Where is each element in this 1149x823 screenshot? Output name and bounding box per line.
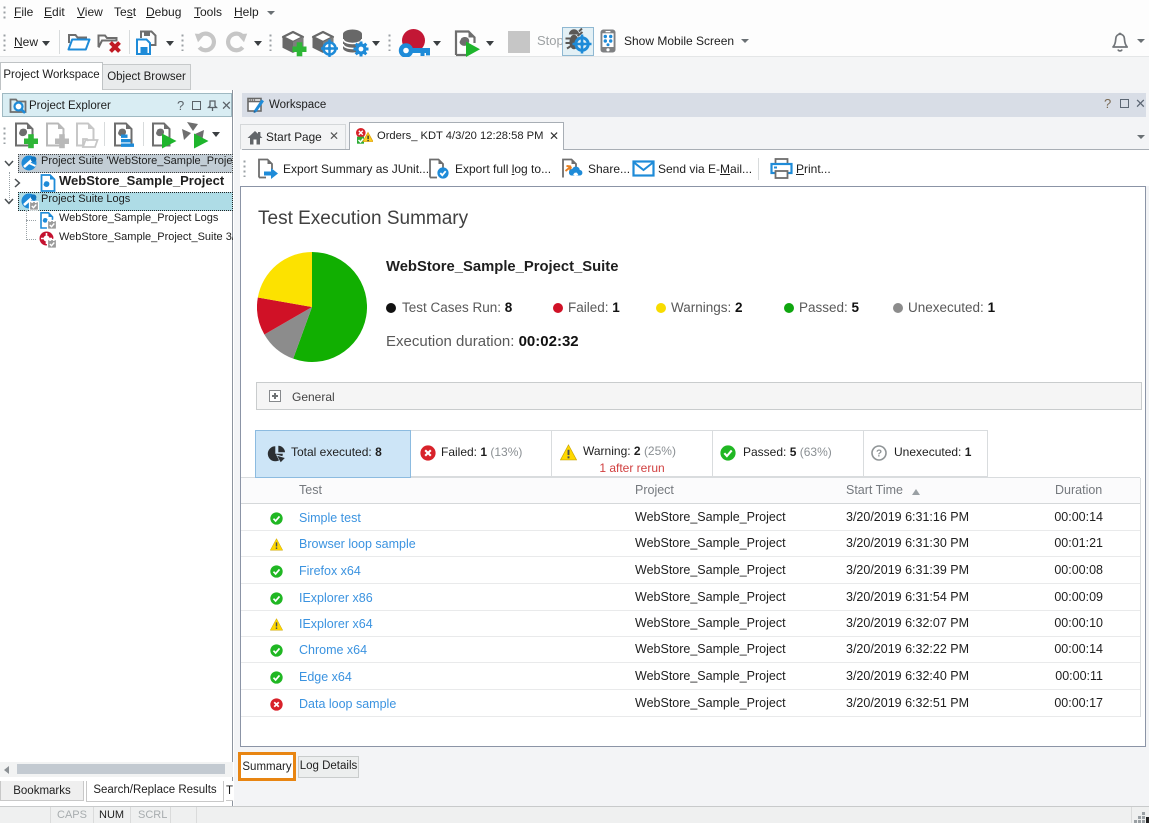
svg-text:?: ? [876,449,882,460]
